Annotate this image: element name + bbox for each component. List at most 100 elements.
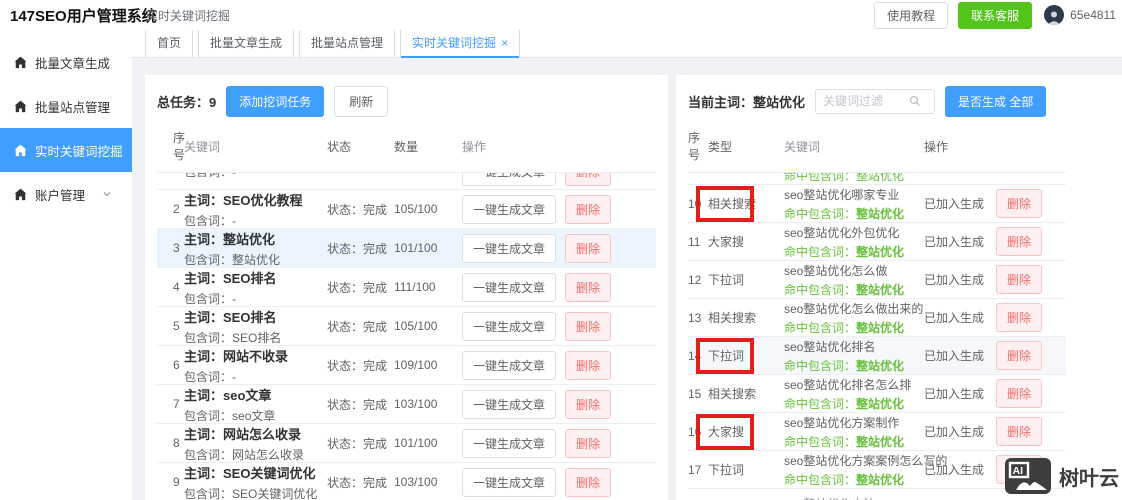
added-status-label: 已加入生成 — [924, 425, 985, 439]
delete-button[interactable]: 删除 — [565, 467, 612, 497]
delete-button[interactable]: 删除 — [565, 428, 612, 458]
task-table-header: 序号 关键词 状态 数量 操作 — [157, 123, 656, 173]
task-keyword-cell: 主词：seo文章 包含词：seo文章 — [184, 385, 327, 424]
hit-prefix: 命中包含词： — [784, 320, 857, 335]
generate-article-button[interactable]: 一键生成文章 — [462, 173, 557, 186]
task-count: 111/100 — [394, 280, 436, 294]
col-header-ops: 操作 — [924, 139, 949, 154]
delete-button[interactable]: 删除 — [565, 194, 612, 224]
total-tasks-count: 9 — [209, 94, 217, 110]
user-avatar[interactable] — [1044, 5, 1065, 25]
keyword-type: 相关搜索 — [708, 387, 757, 401]
delete-button[interactable]: 删除 — [996, 189, 1043, 218]
include-prefix: 包含词： — [184, 291, 233, 306]
generate-article-button[interactable]: 一键生成文章 — [462, 389, 557, 419]
tab-close-icon[interactable]: × — [501, 36, 508, 50]
task-keyword: 网站不收录 — [223, 348, 289, 364]
generate-article-button[interactable]: 一键生成文章 — [462, 350, 557, 380]
delete-button[interactable]: 删除 — [565, 173, 612, 186]
task-count: 101/100 — [394, 436, 438, 450]
hit-prefix: 命中包含词： — [784, 396, 857, 411]
keyword-type: 相关搜索 — [708, 197, 757, 211]
keyword-type: 下拉词 — [708, 463, 745, 477]
tab-batch-site[interactable]: 批量站点管理 — [299, 28, 396, 57]
keyword-prefix: 主词： — [184, 426, 224, 442]
task-ops-cell: 一键生成文章 删除 — [462, 194, 656, 224]
generate-article-button[interactable]: 一键生成文章 — [462, 233, 557, 263]
generate-article-button[interactable]: 一键生成文章 — [462, 467, 557, 497]
tab-home[interactable]: 首页 — [145, 28, 194, 57]
delete-button[interactable]: 删除 — [565, 233, 612, 263]
tab-keyword-mining[interactable]: 实时关键词挖掘 × — [400, 28, 521, 58]
col-header-ops: 操作 — [462, 139, 487, 154]
task-row-no: 9 — [173, 475, 180, 489]
refresh-button[interactable]: 刷新 — [334, 85, 389, 117]
ai-image-logo-icon: AI — [1005, 458, 1051, 494]
keyword-prefix: 主词： — [184, 231, 224, 247]
task-panel-header: 总任务：9 添加挖词任务 刷新 — [157, 85, 656, 117]
keyword-text: seo整站优化怎么做出来的 — [784, 301, 924, 316]
task-ops-cell: 一键生成文章 删除 — [462, 428, 656, 458]
added-status-label: 已加入生成 — [924, 273, 985, 287]
task-keyword: SEO排名 — [223, 309, 277, 325]
tab-batch-article[interactable]: 批量文章生成 — [198, 28, 295, 57]
tutorial-button[interactable]: 使用教程 — [874, 1, 949, 29]
generate-article-button[interactable]: 一键生成文章 — [462, 311, 557, 341]
sidebar-item-batch-site[interactable]: 批量站点管理 — [0, 84, 132, 128]
keyword-ops-cell: 已加入生成 删除 — [924, 265, 1066, 294]
delete-button[interactable]: 删除 — [565, 311, 612, 341]
top-header: 147SEO用户管理系统 实时关键词挖掘 使用教程 联系客服 65e4811 — [0, 0, 1122, 30]
sidebar-item-label: 账户管理 — [35, 188, 86, 203]
task-keyword-cell: 主词：网站不收录 包含词：- — [184, 346, 327, 385]
keyword-type: 下拉词 — [708, 349, 745, 363]
added-status-label: 已加入生成 — [924, 197, 985, 211]
task-row: 6 主词：网站不收录 包含词：- 状态：完成 109/100 一键生成文章 删除 — [157, 346, 656, 385]
task-keyword: SEO排名 — [223, 270, 277, 286]
keyword-filter-input[interactable] — [823, 94, 910, 108]
task-count: 103/100 — [394, 397, 438, 411]
task-keyword-cell: 主词：SEO优化教程 包含词：- — [184, 190, 327, 229]
task-include-word: SEO关键词优化 — [232, 486, 318, 500]
task-ops-cell: 一键生成文章 删除 — [462, 233, 656, 263]
add-task-button[interactable]: 添加挖词任务 — [226, 85, 325, 117]
keyword-type-cell: 大家搜 — [708, 233, 784, 250]
generate-all-button[interactable]: 是否生成 全部 — [945, 85, 1047, 117]
keyword-type: 下拉词 — [708, 273, 745, 287]
keyword-type-cell: 下拉词 — [708, 347, 784, 364]
sidebar-item-batch-article[interactable]: 批量文章生成 — [0, 40, 132, 84]
delete-button[interactable]: 删除 — [996, 303, 1043, 332]
username-label[interactable]: 65e4811 — [1070, 8, 1116, 22]
delete-button[interactable]: 删除 — [565, 272, 612, 302]
sidebar-item-keyword-mining[interactable]: 实时关键词挖掘 — [0, 128, 132, 172]
added-status-label: 已加入生成 — [924, 349, 985, 363]
keyword-ops-cell: 已加入生成 删除 — [924, 227, 1066, 256]
keyword-type-cell: 相关搜索 — [708, 309, 784, 326]
keyword-row: 11 大家搜 seo整站优化外包优化 命中包含词：整站优化 已加入生成 删除 — [688, 223, 1066, 261]
hit-word: 整站优化 — [856, 320, 905, 335]
task-row-no: 7 — [173, 397, 180, 411]
generate-article-button[interactable]: 一键生成文章 — [462, 194, 557, 224]
delete-button[interactable]: 删除 — [996, 417, 1043, 446]
contact-support-button[interactable]: 联系客服 — [958, 1, 1033, 29]
col-header-count: 数量 — [394, 139, 419, 154]
keyword-ops-cell: 已加入生成 删除 — [924, 303, 1066, 332]
task-include-word: - — [232, 291, 237, 306]
delete-button[interactable]: 删除 — [565, 389, 612, 419]
delete-button[interactable]: 删除 — [996, 379, 1043, 408]
delete-button[interactable]: 删除 — [996, 341, 1043, 370]
task-include-word: - — [232, 213, 237, 228]
keyword-type-cell: 相关搜索 — [708, 385, 784, 402]
sidebar-item-account[interactable]: 账户管理 — [0, 172, 132, 216]
keyword-cell: seo整站优化方案制作 命中包含词：整站优化 — [784, 414, 924, 450]
generate-article-button[interactable]: 一键生成文章 — [462, 272, 557, 302]
delete-button[interactable]: 删除 — [996, 227, 1043, 256]
delete-button[interactable]: 删除 — [565, 350, 612, 380]
task-ops-cell: 一键生成文章 删除 — [462, 350, 656, 380]
col-header-status: 状态 — [327, 139, 352, 154]
generate-article-button[interactable]: 一键生成文章 — [462, 428, 557, 458]
col-header-no: 序号 — [688, 131, 701, 162]
include-prefix: 包含词： — [184, 330, 233, 345]
total-tasks-label: 总任务：9 — [157, 92, 216, 111]
keyword-type: 相关搜索 — [708, 311, 757, 325]
delete-button[interactable]: 删除 — [996, 265, 1043, 294]
